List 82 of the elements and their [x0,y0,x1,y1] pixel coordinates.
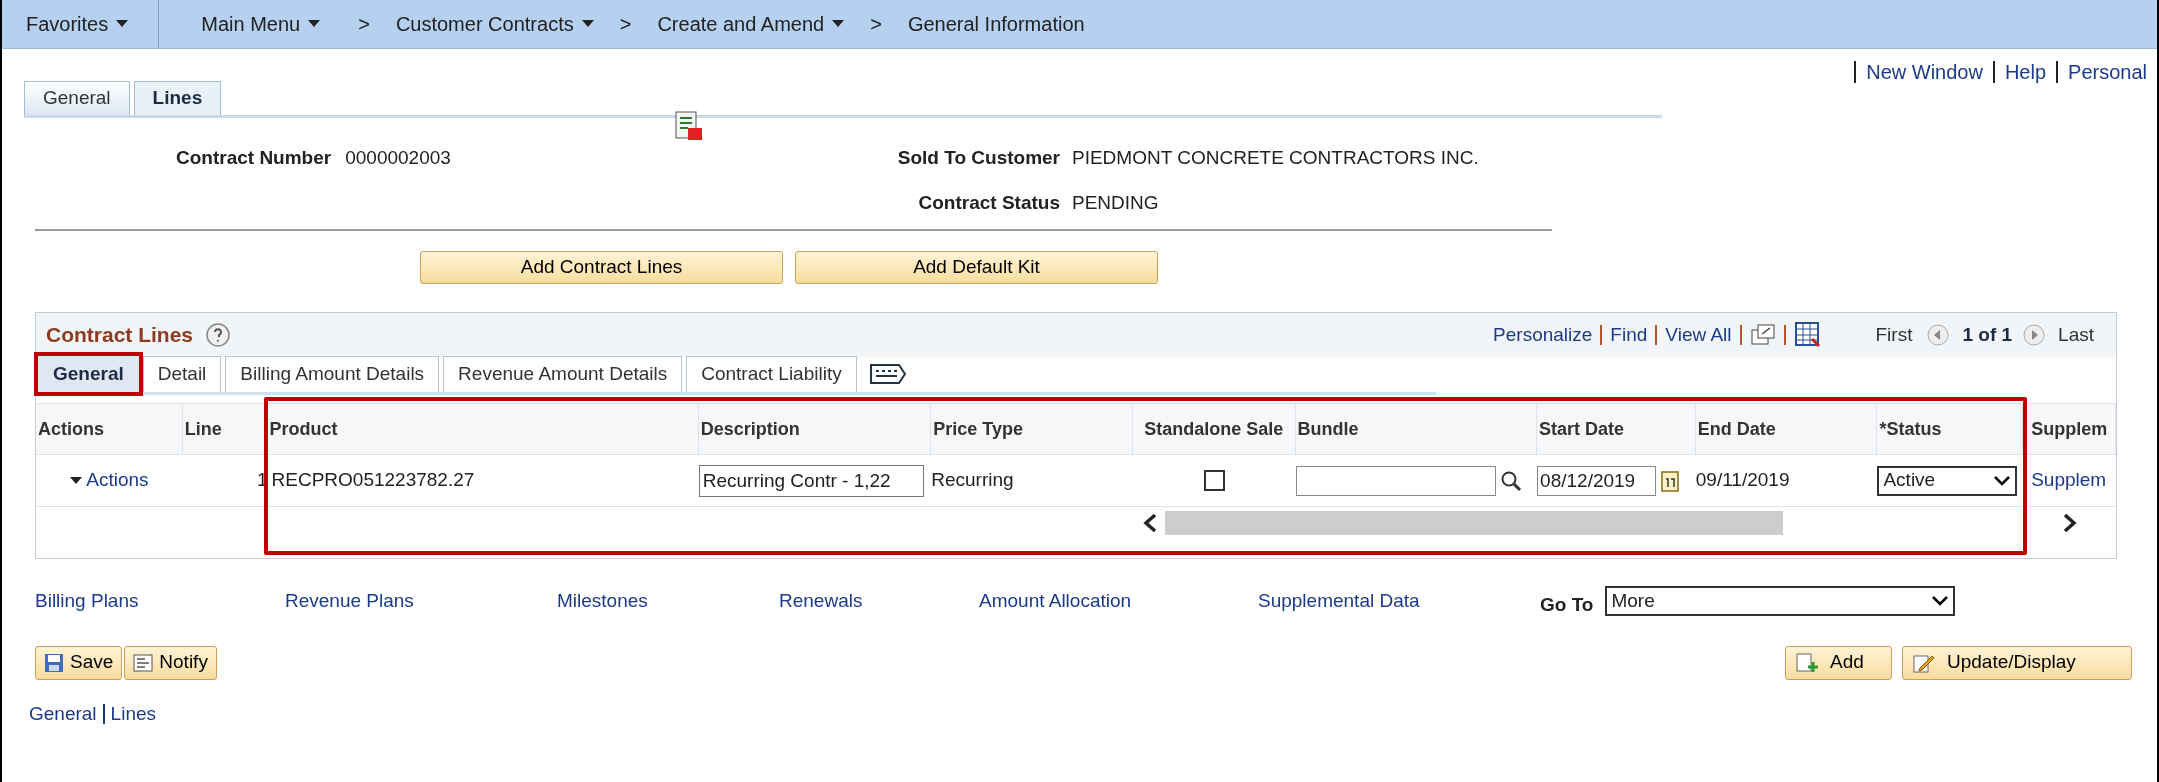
first-link[interactable]: First [1875,320,1913,350]
header-link[interactable]: New Window [1854,61,1993,83]
field-value: PIEDMONT CONCRETE CONTRACTORS INC. [1072,146,1479,170]
grid-title: Contract Lines [46,322,194,349]
new-window-icon[interactable] [1749,324,1776,346]
search-icon[interactable] [1499,469,1522,492]
field-label: Contract Number [176,146,332,170]
page-link[interactable]: Renewals [779,587,979,616]
table-cell: RECPRO051223782.27 [271,469,475,491]
column-header: Description [698,404,932,454]
column-header: Product [267,404,699,454]
previous-icon[interactable] [1926,323,1951,347]
nav-menu[interactable]: Favorites [2,0,160,48]
note-icon [133,653,154,672]
actions-menu[interactable]: Actions [70,466,149,495]
breadcrumb-separator: > [618,12,633,37]
grid-tab[interactable]: Contract Liability [686,356,857,392]
column-header: Actions [36,404,183,454]
field-label: Sold To Customer [896,146,1060,170]
chevron-down-icon [1931,595,1950,608]
page-link[interactable]: Revenue Plans [285,587,557,616]
page-link[interactable]: Amount Allocation [979,587,1258,616]
breadcrumb-link[interactable]: General Information [895,9,1097,39]
pencil-page-icon [1913,652,1935,673]
breadcrumb-link[interactable]: Create and Amend [645,9,857,39]
add-row-icon [1796,652,1818,673]
column-header: Line [182,404,268,454]
toolbar-button[interactable]: Save [35,645,123,680]
checkbox[interactable] [1203,470,1225,491]
column-header: Bundle [1295,404,1538,454]
go-to-label: Go To [1540,593,1594,617]
last-link[interactable]: Last [2058,320,2094,350]
page-link[interactable]: Supplemental Data [1258,587,1540,616]
column-header: Start Date [1537,404,1696,454]
page-tab[interactable]: General [24,81,130,115]
grid-tab[interactable]: Billing Amount Details [225,356,440,392]
grid-toolbar-link[interactable]: View All [1665,320,1732,350]
toolbar-button[interactable]: Add [1785,645,1892,680]
header-link[interactable]: Help [1992,61,2057,83]
grid-toolbar-link[interactable]: Find [1610,320,1648,350]
chevron-down-icon [1993,474,2012,487]
page-tab[interactable]: Lines [133,81,222,115]
breadcrumb-separator: > [357,12,371,37]
column-header: Price Type [931,404,1133,454]
grid-tab[interactable]: Detail [142,356,222,392]
column-header: *Status [1877,404,2024,454]
page-link[interactable]: Billing Plans [35,587,285,616]
column-header: Standalone Sale [1132,404,1296,454]
header-link[interactable]: Personal [2056,61,2157,83]
field-value: PENDING [1072,190,1159,215]
document-icon [674,110,704,142]
column-header: End Date [1695,404,1878,454]
footer-link[interactable]: Lines [110,699,157,728]
page-count: 1 of 1 [1962,322,2013,347]
next-icon[interactable] [2022,323,2047,347]
caret-icon [70,476,83,485]
spreadsheet-icon[interactable] [1793,321,1822,349]
start-date-field[interactable]: 08/12/2019 [1537,465,1657,496]
field-value: 0000002003 [345,146,451,170]
help-icon[interactable] [205,322,232,348]
go-to-select[interactable]: More [1605,586,1956,617]
field-label: Contract Status [917,190,1060,215]
description-field[interactable]: Recurring Contr - 1,22 [698,464,924,497]
toolbar-button[interactable]: Update/Display [1902,645,2132,680]
bundle-field[interactable] [1295,465,1496,496]
breadcrumb-link[interactable]: Customer Contracts [383,9,606,39]
calendar-icon[interactable] [1660,468,1681,493]
table-cell: Recurring [931,469,1014,491]
show-all-columns-icon[interactable] [868,363,907,385]
page-link[interactable]: Milestones [557,587,779,616]
column-header: Supplem [2023,404,2116,454]
footer-link[interactable]: General [29,699,97,728]
grid-tab[interactable]: Revenue Amount Details [443,356,683,392]
toolbar-button[interactable]: Notify [124,645,217,680]
grid-toolbar-link[interactable]: Personalize [1493,320,1593,350]
breadcrumb-separator: > [869,12,883,37]
action-button[interactable]: Add Contract Lines [420,251,783,284]
nav-menu[interactable]: Main Menu [159,0,345,48]
table-cell: 09/11/2019 [1695,469,1790,491]
action-button[interactable]: Add Default Kit [795,251,1158,284]
status-select[interactable]: Active [1877,465,2018,496]
supplemental-link[interactable]: Supplem [2031,469,2107,491]
